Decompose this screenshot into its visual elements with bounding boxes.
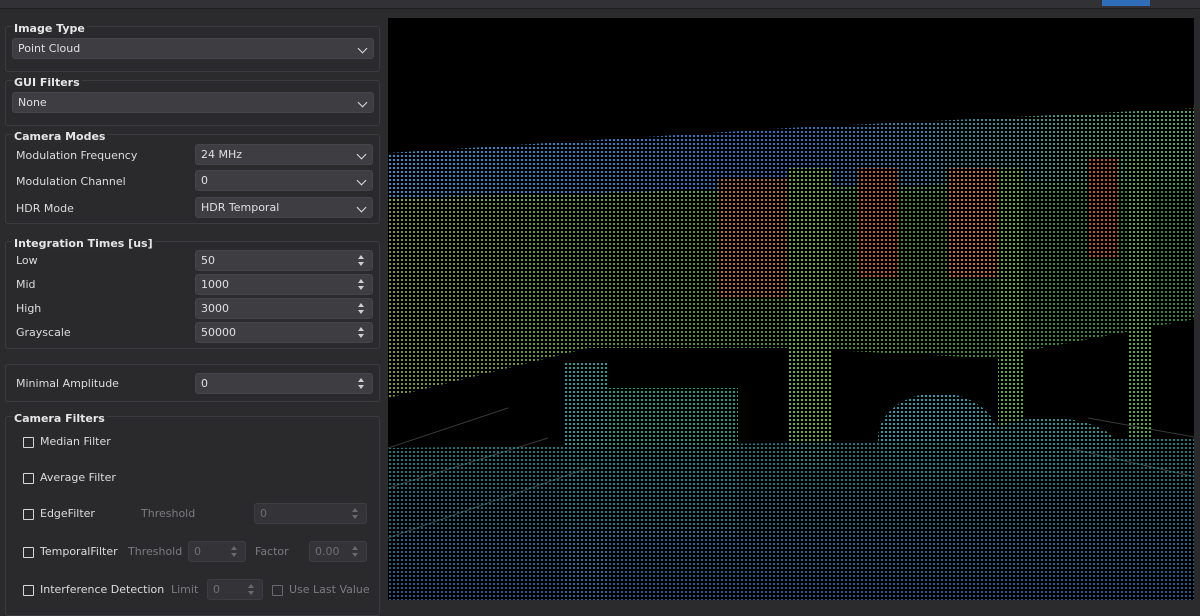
integration-high-spinbox[interactable]: 3000 — [195, 298, 373, 319]
temporal-factor-spinbox[interactable]: 0.00 — [309, 541, 367, 562]
chevron-down-icon — [357, 97, 368, 108]
integration-grayscale-value: 50000 — [201, 326, 236, 339]
modulation-channel-value: 0 — [201, 174, 208, 187]
spin-up-icon[interactable] — [358, 255, 364, 259]
point-cloud-viewer[interactable] — [388, 18, 1200, 600]
chevron-down-icon — [356, 149, 367, 160]
point-cloud-canvas[interactable] — [388, 18, 1200, 600]
spin-up-icon[interactable] — [358, 303, 364, 307]
minimal-amplitude-group: Minimal Amplitude 0 — [5, 364, 380, 402]
image-type-group: Image Type Point Cloud — [5, 22, 380, 72]
chevron-down-icon — [356, 202, 367, 213]
spin-down-icon[interactable] — [358, 310, 364, 314]
modulation-channel-label: Modulation Channel — [16, 175, 126, 188]
spin-up-icon[interactable] — [248, 584, 254, 588]
spin-down-icon[interactable] — [248, 591, 254, 595]
gui-filters-title: GUI Filters — [12, 76, 82, 89]
camera-modes-title: Camera Modes — [12, 130, 108, 143]
integration-mid-label: Mid — [16, 278, 36, 291]
image-type-select[interactable]: Point Cloud — [12, 38, 374, 59]
median-filter-checkbox[interactable] — [23, 437, 34, 448]
temporal-threshold-value: 0 — [194, 545, 201, 558]
interference-detection-label: Interference Detection — [40, 583, 165, 596]
edge-filter-label: EdgeFilter — [40, 507, 95, 520]
edge-threshold-spinbox[interactable]: 0 — [254, 503, 367, 524]
gui-filters-value: None — [18, 96, 47, 109]
interference-detection-checkbox[interactable] — [23, 585, 34, 596]
minimal-amplitude-spinbox[interactable]: 0 — [195, 373, 373, 394]
chevron-down-icon — [357, 43, 368, 54]
spin-down-icon[interactable] — [358, 385, 364, 389]
title-bar — [0, 0, 1200, 9]
temporal-filter-checkbox[interactable] — [23, 547, 34, 558]
interference-limit-spinbox[interactable]: 0 — [207, 579, 263, 600]
minimal-amplitude-value: 0 — [201, 377, 208, 390]
camera-filters-group: Camera Filters Median Filter Average Fil… — [5, 412, 380, 616]
interference-limit-value: 0 — [213, 583, 220, 596]
viewer-scrollbar[interactable] — [1194, 10, 1200, 600]
settings-panel: Image Type Point Cloud GUI Filters None … — [0, 10, 386, 616]
temporal-threshold-label: Threshold — [128, 545, 183, 558]
window-corner-badge — [1102, 0, 1150, 6]
modulation-frequency-value: 24 MHz — [201, 148, 243, 161]
integration-mid-spinbox[interactable]: 1000 — [195, 274, 373, 295]
median-filter-label: Median Filter — [40, 435, 111, 448]
spin-up-icon[interactable] — [231, 546, 237, 550]
image-type-title: Image Type — [12, 22, 87, 35]
spin-down-icon[interactable] — [231, 553, 237, 557]
modulation-frequency-label: Modulation Frequency — [16, 149, 138, 162]
spin-up-icon[interactable] — [352, 546, 358, 550]
spin-down-icon[interactable] — [352, 553, 358, 557]
image-type-value: Point Cloud — [18, 42, 81, 55]
integration-high-label: High — [16, 302, 42, 315]
spin-down-icon[interactable] — [352, 515, 358, 519]
use-last-value-checkbox[interactable] — [272, 585, 283, 596]
hdr-mode-value: HDR Temporal — [201, 201, 280, 214]
camera-modes-group: Camera Modes Modulation Frequency 24 MHz… — [5, 130, 380, 224]
modulation-channel-select[interactable]: 0 — [195, 170, 373, 191]
spin-up-icon[interactable] — [358, 378, 364, 382]
temporal-factor-label: Factor — [255, 545, 289, 558]
integration-mid-value: 1000 — [201, 278, 229, 291]
temporal-filter-label: TemporalFilter — [40, 545, 118, 558]
spin-down-icon[interactable] — [358, 262, 364, 266]
modulation-frequency-select[interactable]: 24 MHz — [195, 144, 373, 165]
edge-threshold-label: Threshold — [141, 507, 196, 520]
integration-grayscale-label: Grayscale — [16, 326, 71, 339]
edge-filter-checkbox[interactable] — [23, 509, 34, 520]
chevron-down-icon — [356, 175, 367, 186]
spin-down-icon[interactable] — [358, 334, 364, 338]
integration-low-label: Low — [16, 254, 38, 267]
average-filter-label: Average Filter — [40, 471, 116, 484]
integration-times-group: Integration Times [us] Low 50 Mid 1000 H… — [5, 237, 380, 349]
integration-low-spinbox[interactable]: 50 — [195, 250, 373, 271]
integration-grayscale-spinbox[interactable]: 50000 — [195, 322, 373, 343]
spin-up-icon[interactable] — [352, 508, 358, 512]
spin-down-icon[interactable] — [358, 286, 364, 290]
integration-high-value: 3000 — [201, 302, 229, 315]
interference-limit-label: Limit — [171, 583, 199, 596]
camera-filters-title: Camera Filters — [12, 412, 107, 425]
spin-up-icon[interactable] — [358, 279, 364, 283]
temporal-threshold-spinbox[interactable]: 0 — [188, 541, 246, 562]
edge-threshold-value: 0 — [260, 507, 267, 520]
gui-filters-select[interactable]: None — [12, 92, 374, 113]
point-cloud-points — [388, 108, 1200, 600]
average-filter-checkbox[interactable] — [23, 473, 34, 484]
hdr-mode-select[interactable]: HDR Temporal — [195, 197, 373, 218]
hdr-mode-label: HDR Mode — [16, 202, 74, 215]
use-last-value-label: Use Last Value — [289, 583, 370, 596]
integration-times-title: Integration Times [us] — [12, 237, 155, 250]
spin-up-icon[interactable] — [358, 327, 364, 331]
temporal-factor-value: 0.00 — [315, 545, 340, 558]
integration-low-value: 50 — [201, 254, 215, 267]
gui-filters-group: GUI Filters None — [5, 76, 380, 126]
minimal-amplitude-label: Minimal Amplitude — [16, 377, 119, 390]
